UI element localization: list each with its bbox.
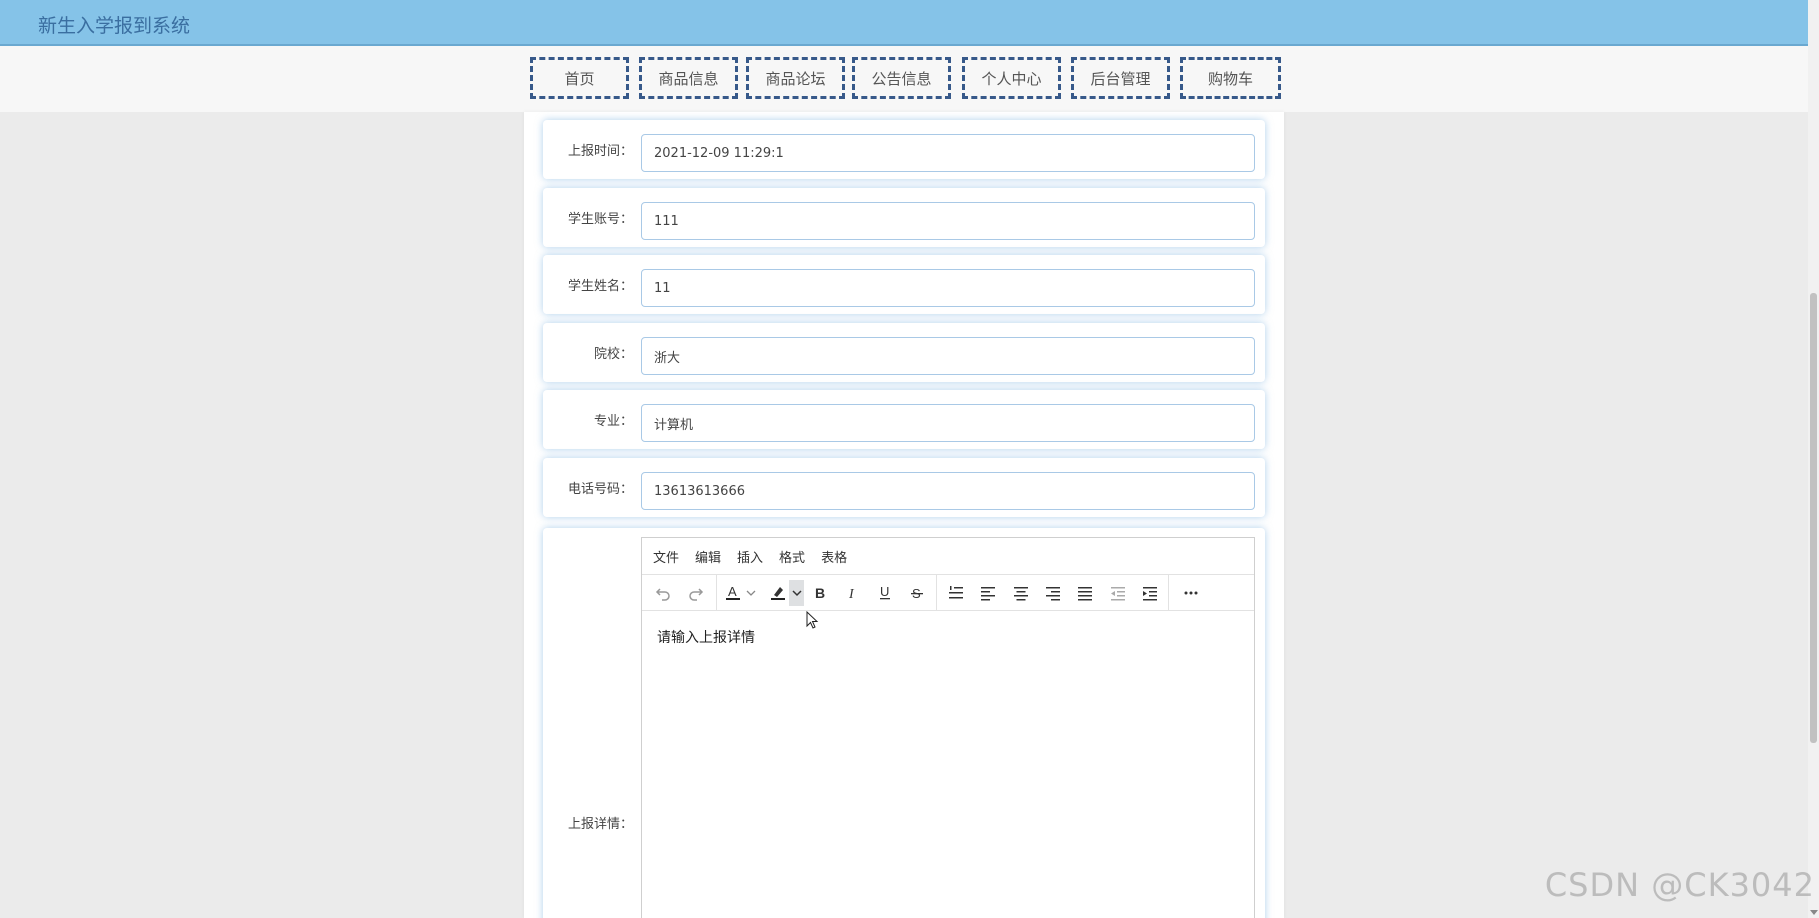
mouse-cursor-icon: [806, 610, 820, 635]
report-details-label: 上报详情：: [567, 817, 633, 832]
editor-menubar: 文件 编辑 插入 格式 表格: [642, 538, 1254, 575]
menu-edit[interactable]: 编辑: [695, 547, 721, 566]
toolbar-separator: [1168, 575, 1169, 611]
editor-toolbar: A B I U S: [642, 575, 1254, 611]
nav-item-admin[interactable]: 后台管理: [1071, 57, 1170, 99]
italic-icon[interactable]: I: [840, 580, 864, 606]
highlight-dropdown-icon[interactable]: [789, 580, 804, 606]
major-label: 专业：: [593, 414, 633, 429]
editor-content-area[interactable]: 请输入上报详情: [642, 611, 1254, 663]
page-scrollbar[interactable]: [1808, 0, 1819, 918]
undo-icon[interactable]: [650, 580, 676, 606]
align-right-icon[interactable]: [1041, 580, 1065, 606]
menu-format[interactable]: 格式: [779, 547, 805, 566]
report-time-input[interactable]: [641, 134, 1255, 172]
app-header: 新生入学报到系统: [0, 0, 1808, 46]
text-color-dropdown-icon[interactable]: [744, 580, 758, 606]
bold-icon[interactable]: B: [808, 580, 832, 606]
student-account-input[interactable]: [641, 202, 1255, 240]
nav-item-personal-center[interactable]: 个人中心: [962, 57, 1061, 99]
strikethrough-icon[interactable]: S: [905, 580, 929, 606]
phone-input[interactable]: [641, 472, 1255, 510]
editor-placeholder: 请输入上报详情: [657, 630, 755, 646]
form-row-report-details: 上报详情： 文件 编辑 插入 格式 表格 A B I U S 请输入上报详情: [543, 528, 1265, 918]
underline-icon[interactable]: U: [873, 580, 897, 606]
svg-text:U: U: [880, 585, 889, 599]
rich-text-editor: 文件 编辑 插入 格式 表格 A B I U S 请输入上报详情: [641, 537, 1255, 918]
svg-text:I: I: [848, 587, 855, 601]
school-label: 院校：: [593, 347, 633, 362]
form-row-student-name: 学生姓名：: [543, 255, 1265, 314]
nav-item-announcements[interactable]: 公告信息: [852, 57, 951, 99]
indent-icon[interactable]: [1138, 580, 1162, 606]
student-name-label: 学生姓名：: [567, 279, 633, 294]
report-time-label: 上报时间：: [567, 144, 633, 159]
scroll-down-arrow-icon[interactable]: [1810, 910, 1818, 915]
form-row-school: 院校：: [543, 323, 1265, 382]
form-row-major: 专业：: [543, 390, 1265, 449]
align-left-icon[interactable]: [976, 580, 1000, 606]
major-input[interactable]: [641, 404, 1255, 442]
toolbar-separator: [716, 575, 717, 611]
more-icon[interactable]: [1178, 580, 1204, 606]
app-title: 新生入学报到系统: [38, 15, 191, 37]
svg-text:B: B: [815, 585, 825, 601]
nav-item-products[interactable]: 商品信息: [639, 57, 738, 99]
watermark: CSDN @CK3042: [1544, 866, 1815, 904]
text-color-icon[interactable]: A: [722, 580, 744, 606]
highlight-icon[interactable]: [767, 580, 789, 606]
student-name-input[interactable]: [641, 269, 1255, 307]
redo-icon[interactable]: [683, 580, 709, 606]
nav-item-home[interactable]: 首页: [530, 57, 629, 99]
justify-icon[interactable]: [1073, 580, 1097, 606]
toolbar-separator: [936, 575, 937, 611]
menu-file[interactable]: 文件: [653, 547, 679, 566]
menu-insert[interactable]: 插入: [737, 547, 763, 566]
nav-item-cart[interactable]: 购物车: [1180, 57, 1281, 99]
svg-text:A: A: [728, 584, 737, 599]
phone-label: 电话号码：: [567, 482, 633, 497]
student-account-label: 学生账号：: [567, 212, 633, 227]
form-row-report-time: 上报时间：: [543, 120, 1265, 179]
form-row-student-account: 学生账号：: [543, 188, 1265, 247]
menu-table[interactable]: 表格: [821, 547, 847, 566]
ordered-list-icon[interactable]: [944, 580, 968, 606]
form-row-phone: 电话号码：: [543, 458, 1265, 517]
nav-bar: 首页 商品信息 商品论坛 公告信息 个人中心 后台管理 购物车: [0, 46, 1808, 112]
outdent-icon[interactable]: [1106, 580, 1130, 606]
align-center-icon[interactable]: [1009, 580, 1033, 606]
nav-item-forum[interactable]: 商品论坛: [746, 57, 845, 99]
scrollbar-thumb[interactable]: [1810, 293, 1817, 743]
school-input[interactable]: [641, 337, 1255, 375]
